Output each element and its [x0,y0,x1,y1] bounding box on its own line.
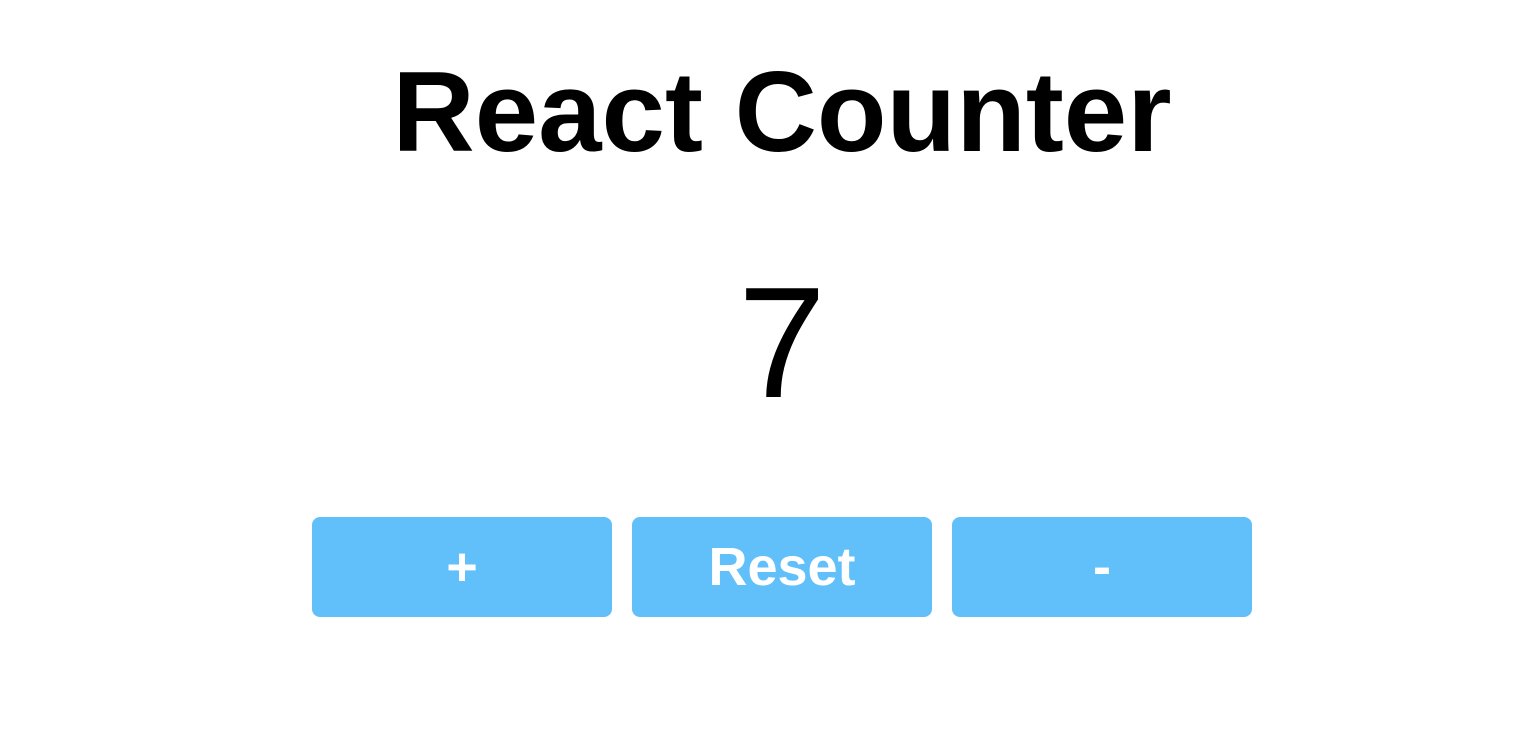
counter-app: React Counter 7 + Reset - [0,0,1526,750]
counter-value: 7 [738,255,826,431]
decrement-button[interactable]: - [952,517,1252,617]
increment-button[interactable]: + [312,517,612,617]
button-row: + Reset - [312,517,1252,617]
page-title: React Counter [392,49,1172,176]
reset-button[interactable]: Reset [632,517,932,617]
